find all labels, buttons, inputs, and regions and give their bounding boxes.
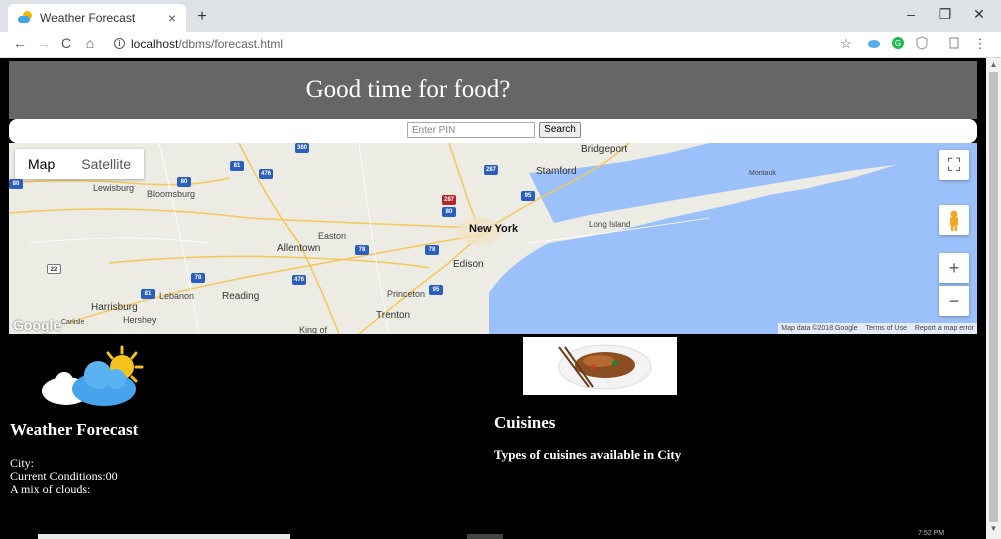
highway-shield-icon: 80 xyxy=(442,207,456,217)
page-title: Good time for food? xyxy=(305,76,511,103)
map-label: New York xyxy=(469,223,519,235)
map-label: Allentown xyxy=(277,243,321,254)
star-icon[interactable]: ☆ xyxy=(838,36,854,52)
map-label: Easton xyxy=(318,231,347,241)
home-button[interactable]: ⌂ xyxy=(80,35,100,51)
highway-shield-icon: 78 xyxy=(425,245,439,255)
forward-button[interactable]: → xyxy=(34,35,54,51)
map-type-control: Map Satellite xyxy=(15,149,145,179)
map-label: Lewisburg xyxy=(93,183,135,193)
highway-shield-icon: 80 xyxy=(177,177,191,187)
browser-window: Weather Forecast × + – ❐ ✕ ← → C ⌂ i loc… xyxy=(0,0,1001,539)
map-label: Stamford xyxy=(536,166,577,177)
scrollbar-thumb[interactable] xyxy=(989,72,998,522)
partly-cloudy-weather-icon xyxy=(42,345,144,406)
search-bar: Search xyxy=(9,119,977,143)
restore-button[interactable]: ❐ xyxy=(930,6,960,23)
street-view-pegman-icon[interactable] xyxy=(939,205,969,235)
minimize-button[interactable]: – xyxy=(896,6,926,22)
taskbar-app-button[interactable] xyxy=(467,534,503,539)
highway-shield-icon: 78 xyxy=(191,273,205,283)
highway-shield-icon: 476 xyxy=(259,169,273,179)
profile-extension-icon[interactable] xyxy=(946,36,962,52)
map-tab[interactable]: Map xyxy=(15,149,68,179)
highway-shield-icon: 78 xyxy=(355,245,369,255)
zoom-out-button[interactable]: − xyxy=(939,286,969,316)
map-label: Carlisle xyxy=(61,319,85,326)
map-label: Trenton xyxy=(376,310,411,321)
map-attribution: Map data ©2018 Google Terms of Use Repor… xyxy=(778,323,977,334)
highway-shield-icon: 22 xyxy=(47,264,61,274)
map-label: Princeton xyxy=(387,289,426,299)
map-label: Bridgeport xyxy=(581,144,628,155)
reload-button[interactable]: C xyxy=(56,35,76,51)
noodle-dish-image xyxy=(523,337,677,395)
weather-forecast-heading: Weather Forecast xyxy=(10,420,139,439)
taskbar-peek: 7:52 PM xyxy=(0,530,986,539)
green-extension-icon[interactable]: G xyxy=(890,36,906,52)
map-label: Long Island xyxy=(589,220,631,229)
highway-shield-icon: 95 xyxy=(521,191,535,201)
weather-favicon-icon xyxy=(18,11,32,25)
address-bar[interactable]: localhost/dbms/forecast.html xyxy=(131,37,283,51)
map-label: Lebanon xyxy=(159,291,195,301)
url-host: localhost xyxy=(131,37,179,51)
highway-shield-icon: 380 xyxy=(295,143,309,153)
page-banner: Good time for food? xyxy=(9,61,977,119)
svg-text:G: G xyxy=(895,39,901,48)
pin-input[interactable] xyxy=(407,122,535,138)
map-label: Bloomsburg xyxy=(147,189,196,199)
map-label: King of xyxy=(299,325,328,334)
taskbar-search-box[interactable] xyxy=(38,534,290,539)
close-window-button[interactable]: ✕ xyxy=(964,6,994,23)
highway-shield-icon: 80 xyxy=(9,179,23,189)
menu-icon[interactable]: ⋮ xyxy=(972,36,988,52)
google-logo: Google xyxy=(13,317,62,333)
cloud-extension-icon[interactable] xyxy=(866,36,882,52)
tab-strip: Weather Forecast × + – ❐ ✕ xyxy=(0,0,1001,32)
site-info-icon[interactable]: i xyxy=(114,38,125,49)
satellite-tab[interactable]: Satellite xyxy=(68,149,144,179)
highway-shield-icon: 81 xyxy=(141,289,155,299)
map-label: Montauk xyxy=(749,170,776,177)
tab-close-icon[interactable]: × xyxy=(162,10,182,26)
map-label: Hershey xyxy=(123,315,157,325)
map-label: Edison xyxy=(453,259,484,270)
cuisines-subtitle: Types of cuisines available in City xyxy=(494,447,682,462)
highway-shield-icon: 287 xyxy=(442,195,456,205)
tab-title: Weather Forecast xyxy=(40,11,136,25)
highway-shield-icon: 81 xyxy=(230,161,244,171)
back-button[interactable]: ← xyxy=(10,35,30,51)
highway-shield-icon: 95 xyxy=(429,285,443,295)
browser-tab[interactable]: Weather Forecast × xyxy=(8,4,186,32)
highway-shield-icon: 476 xyxy=(292,275,306,285)
taskbar-clock: 7:52 PM xyxy=(918,530,945,537)
scroll-down-icon[interactable]: ▼ xyxy=(986,524,1001,533)
search-button[interactable]: Search xyxy=(539,122,581,138)
address-toolbar: ← → C ⌂ i localhost/dbms/forecast.html ☆… xyxy=(0,32,1001,58)
new-tab-button[interactable]: + xyxy=(192,7,212,27)
scroll-up-icon[interactable]: ▲ xyxy=(986,60,1001,69)
terms-link[interactable]: Terms of Use xyxy=(866,323,907,334)
report-error-link[interactable]: Report a map error xyxy=(915,323,974,334)
google-map[interactable]: Map Satellite Bridgeport Stamford Montau… xyxy=(9,143,977,334)
cuisines-heading: Cuisines xyxy=(494,413,556,432)
weather-summary: A mix of clouds: xyxy=(10,482,91,496)
page-scrollbar[interactable]: ▲ ▼ xyxy=(986,58,1001,539)
fullscreen-icon[interactable]: ⛶ xyxy=(939,150,969,180)
map-label: Harrisburg xyxy=(91,302,138,313)
map-data-text: Map data ©2018 Google xyxy=(781,325,858,332)
page-viewport: Good time for food? Search xyxy=(0,58,986,539)
zoom-in-button[interactable]: + xyxy=(939,253,969,283)
shield-extension-icon[interactable] xyxy=(914,36,930,52)
highway-shield-icon: 287 xyxy=(484,165,498,175)
url-path: /dbms/forecast.html xyxy=(178,37,284,51)
map-label: Reading xyxy=(222,291,260,302)
